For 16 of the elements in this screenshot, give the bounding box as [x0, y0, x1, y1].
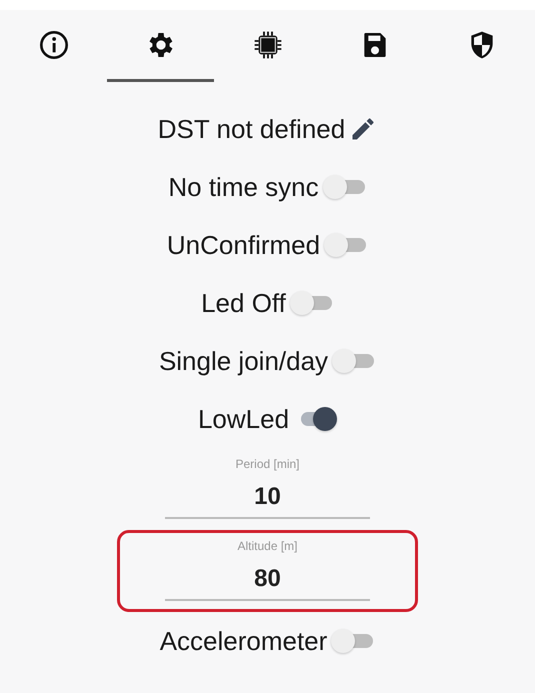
setting-label: LowLed	[198, 404, 290, 434]
setting-label: Accelerometer	[160, 626, 328, 656]
setting-label: UnConfirmed	[166, 230, 320, 260]
chip-icon	[252, 28, 284, 60]
toggle-switch[interactable]	[332, 349, 376, 373]
input-field[interactable]: Altitude [m] 80	[165, 539, 370, 601]
input-field[interactable]: Period [min] 10	[165, 457, 370, 519]
setting-label: Led Off	[201, 288, 286, 318]
setting-label: Single join/day	[158, 346, 328, 376]
info-icon	[38, 28, 70, 60]
toggle-switch[interactable]	[324, 233, 368, 257]
toggle-switch[interactable]	[331, 629, 376, 653]
toggle-switch[interactable]	[290, 291, 334, 315]
toggle-switch[interactable]	[322, 175, 367, 199]
setting-label: DST not defined	[158, 114, 346, 144]
setting-label: No time sync	[168, 172, 319, 202]
